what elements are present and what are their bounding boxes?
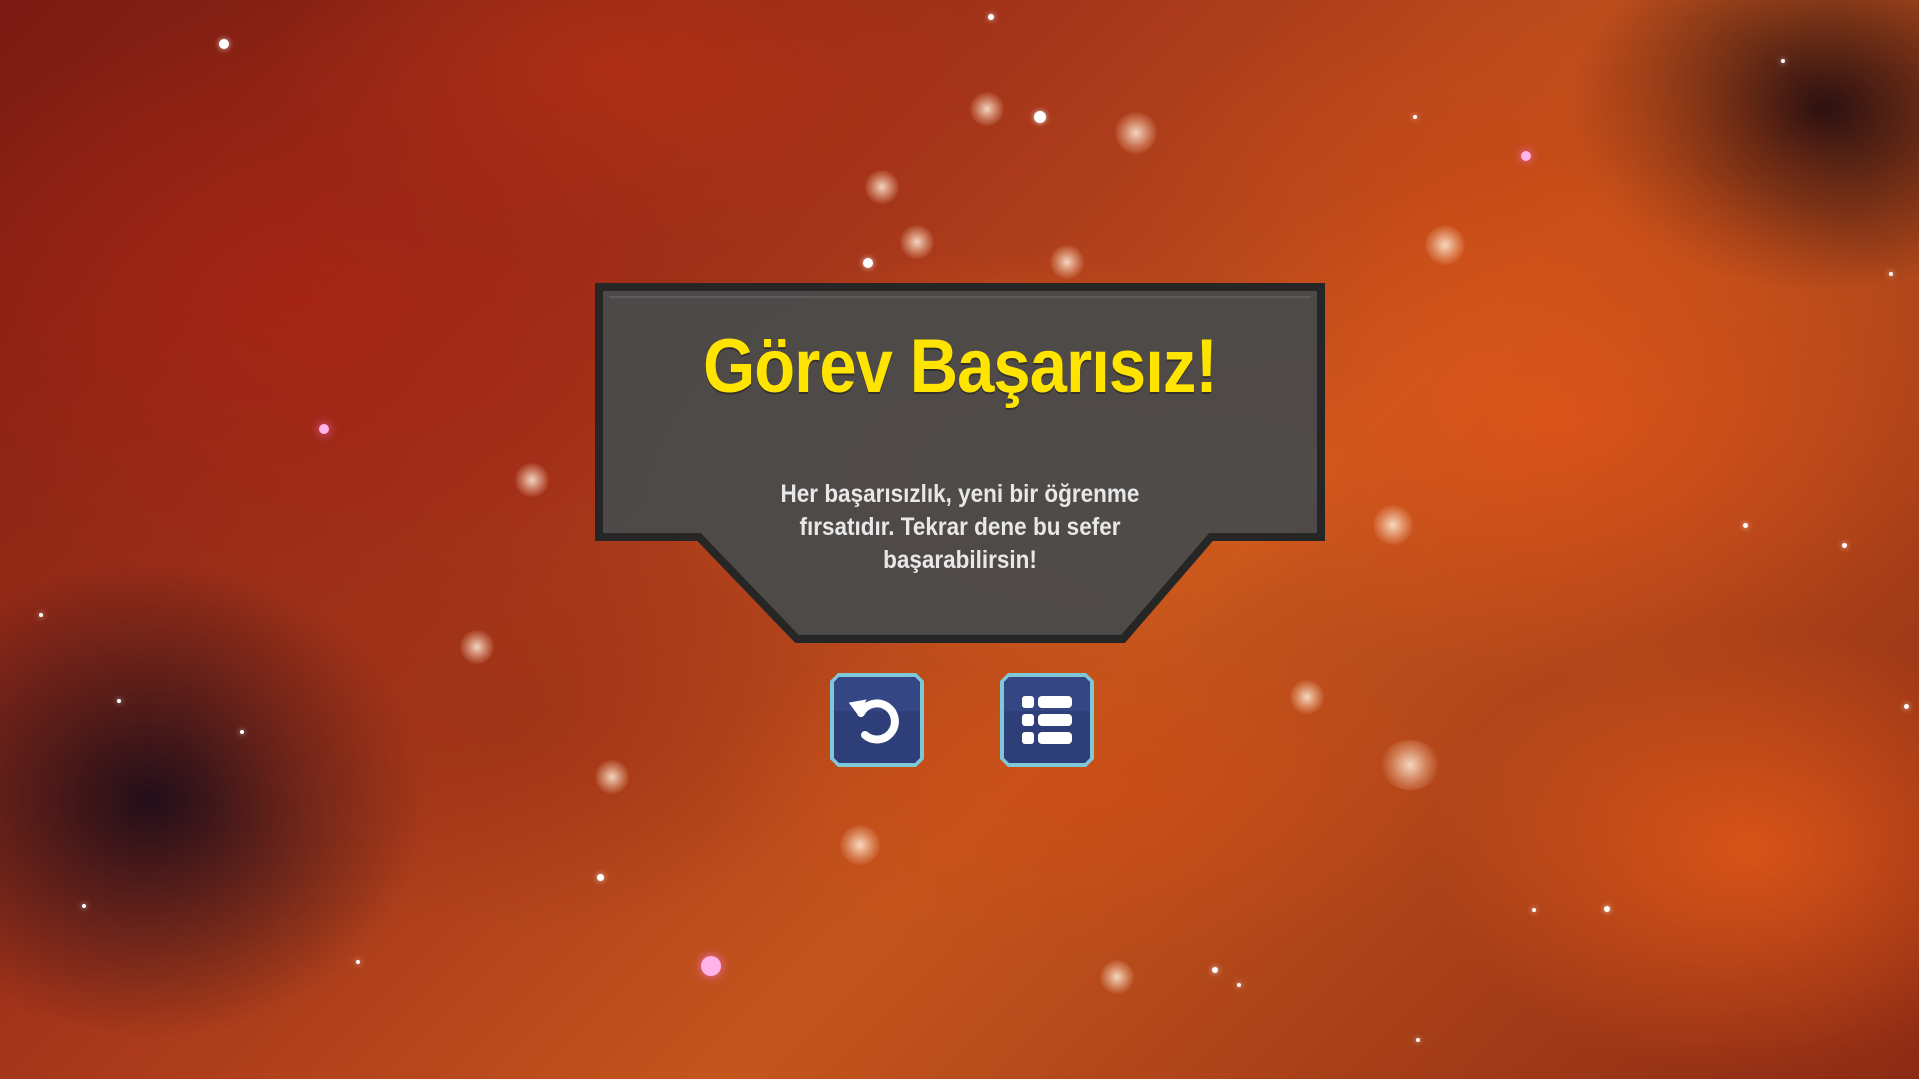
list-menu-icon	[1022, 696, 1072, 744]
level-list-button[interactable]	[998, 671, 1096, 769]
star-cluster	[1290, 680, 1324, 714]
star-cluster	[1100, 960, 1134, 994]
star	[1604, 906, 1610, 912]
star	[1842, 543, 1847, 548]
star	[82, 904, 86, 908]
star	[1416, 1038, 1420, 1042]
star-cluster	[865, 170, 899, 204]
star	[319, 424, 329, 434]
star-cluster	[1380, 740, 1440, 790]
star-cluster	[900, 225, 934, 259]
star-cluster	[1115, 112, 1157, 154]
star-cluster	[840, 825, 880, 865]
star	[1034, 111, 1046, 123]
star	[597, 874, 604, 881]
star	[39, 613, 43, 617]
star-cluster	[460, 630, 494, 664]
star-cluster	[595, 760, 629, 794]
star	[356, 960, 360, 964]
star	[1237, 983, 1241, 987]
star	[701, 956, 721, 976]
star	[1413, 115, 1417, 119]
star	[240, 730, 244, 734]
star	[1743, 523, 1748, 528]
star	[1212, 967, 1218, 973]
star-cluster	[1373, 505, 1413, 545]
star-cluster	[515, 463, 549, 497]
star	[1904, 704, 1909, 709]
star	[1532, 908, 1536, 912]
star	[863, 258, 873, 268]
star-cluster	[1425, 225, 1465, 265]
dialog-message: Her başarısızlık, yeni bir öğrenme fırsa…	[780, 480, 1140, 574]
star	[1521, 151, 1531, 161]
star	[1781, 59, 1785, 63]
star-cluster	[1050, 245, 1084, 279]
undo-arrow-icon	[848, 699, 899, 744]
game-background: Görev Başarısız! Her başarısızlık, yeni …	[0, 0, 1919, 1079]
star	[219, 39, 229, 49]
star	[117, 699, 121, 703]
star-cluster	[970, 92, 1004, 126]
retry-button[interactable]	[828, 671, 926, 769]
star	[988, 14, 994, 20]
star	[1889, 272, 1893, 276]
dialog-title: Görev Başarısız!	[703, 324, 1218, 409]
mission-failed-dialog: Görev Başarısız! Her başarısızlık, yeni …	[595, 283, 1325, 645]
